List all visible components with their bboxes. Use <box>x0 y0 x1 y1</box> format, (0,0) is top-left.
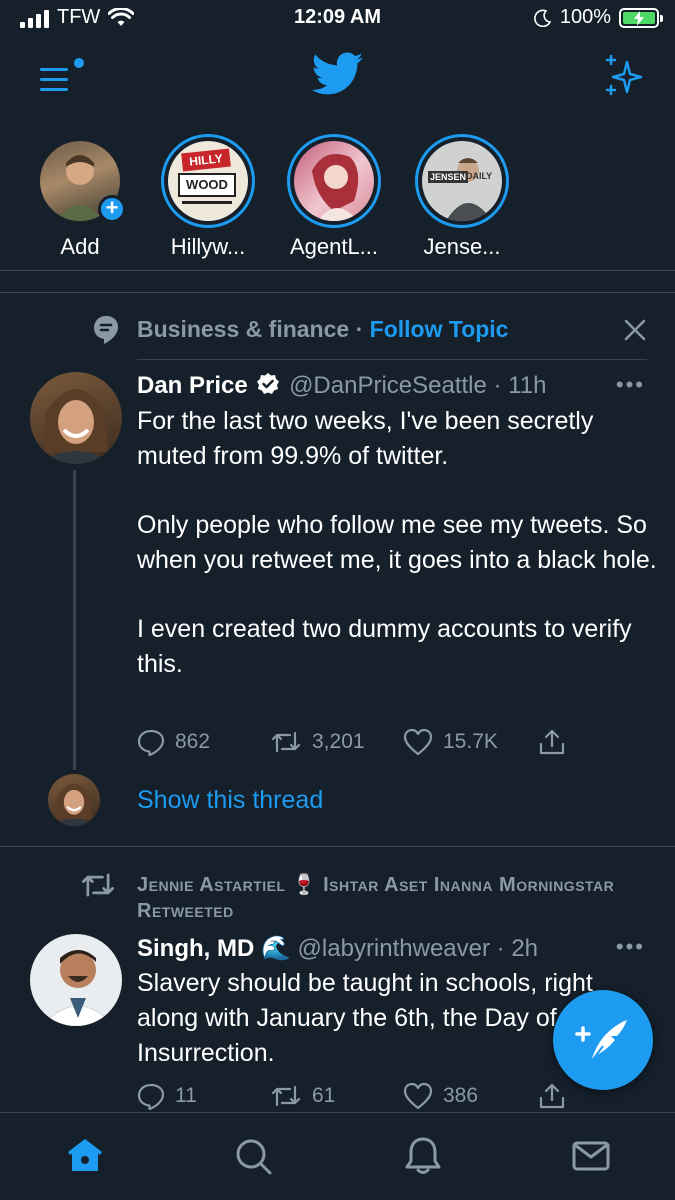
more-icon[interactable]: ••• <box>616 372 645 398</box>
avatar[interactable] <box>30 934 122 1026</box>
fleet-name: Add <box>60 234 100 259</box>
author-name[interactable]: Dan Price <box>137 372 248 399</box>
notifications-icon[interactable] <box>402 1135 444 1177</box>
fleet-jensen[interactable]: JENSEN DAILY Jense... <box>407 134 517 260</box>
hilly-logo-bottom: WOOD <box>178 173 236 197</box>
fleet-avatar[interactable] <box>287 134 381 228</box>
tweet-body: For the last two weeks, I've been secret… <box>137 404 657 682</box>
tweet-header: Dan Price @DanPriceSeattle · 11h <box>137 372 546 400</box>
tweet-actions: 862 3,201 15.7K <box>137 728 566 756</box>
tweet-paragraph: I even created two dummy accounts to ver… <box>137 615 632 678</box>
divider <box>0 292 675 293</box>
retweet-icon[interactable] <box>270 1083 302 1109</box>
retweet-indicator-icon <box>82 873 114 897</box>
reply-icon[interactable] <box>137 1082 165 1110</box>
show-thread-link[interactable]: Show this thread <box>137 786 323 815</box>
like-count: 386 <box>443 1084 479 1107</box>
status-bar: TFW 12:09 AM 100% <box>0 0 675 40</box>
handle-time: @DanPriceSeattle · 11h <box>289 372 547 399</box>
search-icon[interactable] <box>232 1135 274 1177</box>
retweet-count: 61 <box>312 1084 336 1107</box>
topic-separator: · <box>355 316 364 342</box>
fleet-hillywood[interactable]: HILLY WOOD Hillyw... <box>153 134 263 260</box>
reply-count: 11 <box>175 1084 197 1107</box>
retweet-action[interactable]: 3,201 <box>270 729 403 755</box>
reply-action[interactable]: 862 <box>137 728 270 756</box>
home-icon[interactable] <box>64 1135 106 1177</box>
fleet-add[interactable]: + Add <box>25 134 135 260</box>
reply-count: 862 <box>175 730 211 753</box>
retweet-icon[interactable] <box>270 729 302 755</box>
retweeted-by[interactable]: Jennie Astartiel 🍷 Ishtar Aset Inanna Mo… <box>137 872 637 924</box>
compose-tweet-button[interactable] <box>553 990 653 1090</box>
sparkle-icon[interactable] <box>601 52 647 98</box>
close-icon[interactable] <box>623 318 647 342</box>
topic-label: Business & finance <box>137 316 350 342</box>
reply-icon[interactable] <box>137 728 165 756</box>
menu-icon[interactable] <box>40 58 84 98</box>
handle-time: @labyrinthweaver · 2h <box>297 935 539 962</box>
thread-line <box>73 470 76 770</box>
topic-row: Business & finance · Follow Topic <box>0 310 675 350</box>
fleet-avatar[interactable]: JENSEN DAILY <box>415 134 509 228</box>
share-action[interactable] <box>538 728 566 756</box>
like-icon[interactable] <box>403 1082 433 1110</box>
status-right: 100% <box>533 6 663 29</box>
add-fleet-plus-icon[interactable]: + <box>98 195 126 223</box>
messages-icon[interactable] <box>570 1135 612 1177</box>
fleet-add-avatar[interactable]: + <box>33 134 127 228</box>
topic-divider <box>137 359 647 360</box>
verified-badge-icon <box>257 373 280 394</box>
like-icon[interactable] <box>403 728 433 756</box>
reply-action[interactable]: 11 <box>137 1082 270 1110</box>
tweet-paragraph: For the last two weeks, I've been secret… <box>137 407 594 470</box>
topic-icon <box>94 316 118 344</box>
bottom-tab-bar <box>0 1112 675 1200</box>
hilly-logo-top: HILLY <box>181 148 231 172</box>
tweet-paragraph: Only people who follow me see my tweets.… <box>137 511 657 574</box>
tweet-actions: 11 61 386 <box>137 1082 566 1110</box>
like-action[interactable]: 386 <box>403 1082 538 1110</box>
divider <box>0 270 675 271</box>
fleet-name: Hillyw... <box>170 234 246 259</box>
topic-text: Business & finance · Follow Topic <box>137 316 508 343</box>
thread-avatar[interactable] <box>48 774 100 826</box>
fleets-row: + Add HILLY WOOD Hillyw... AgentL... JEN… <box>0 128 675 268</box>
fleet-avatar[interactable]: HILLY WOOD <box>161 134 255 228</box>
compose-icon[interactable] <box>553 990 653 1090</box>
follow-topic-link[interactable]: Follow Topic <box>370 316 509 342</box>
twitter-bird-icon[interactable] <box>312 52 364 96</box>
avatar[interactable] <box>30 372 122 464</box>
author-name[interactable]: Singh, MD 🌊 <box>137 935 291 962</box>
jensen-logo-left: JENSEN <box>428 171 469 183</box>
more-icon[interactable]: ••• <box>616 934 645 960</box>
fleet-agentl[interactable]: AgentL... <box>279 134 389 260</box>
retweet-action[interactable]: 61 <box>270 1083 403 1109</box>
like-action[interactable]: 15.7K <box>403 728 538 756</box>
fleet-name: Jense... <box>423 234 501 259</box>
fleet-name: AgentL... <box>289 234 379 259</box>
tweet-header: Singh, MD 🌊 @labyrinthweaver · 2h <box>137 934 538 963</box>
retweet-count: 3,201 <box>312 730 365 753</box>
battery-percent: 100% <box>559 6 611 28</box>
divider <box>0 846 675 847</box>
moon-icon <box>533 9 552 27</box>
share-icon[interactable] <box>538 728 566 756</box>
battery-icon <box>619 7 663 28</box>
like-count: 15.7K <box>443 730 498 753</box>
top-nav <box>0 40 675 120</box>
jensen-logo-right: DAILY <box>466 171 493 181</box>
